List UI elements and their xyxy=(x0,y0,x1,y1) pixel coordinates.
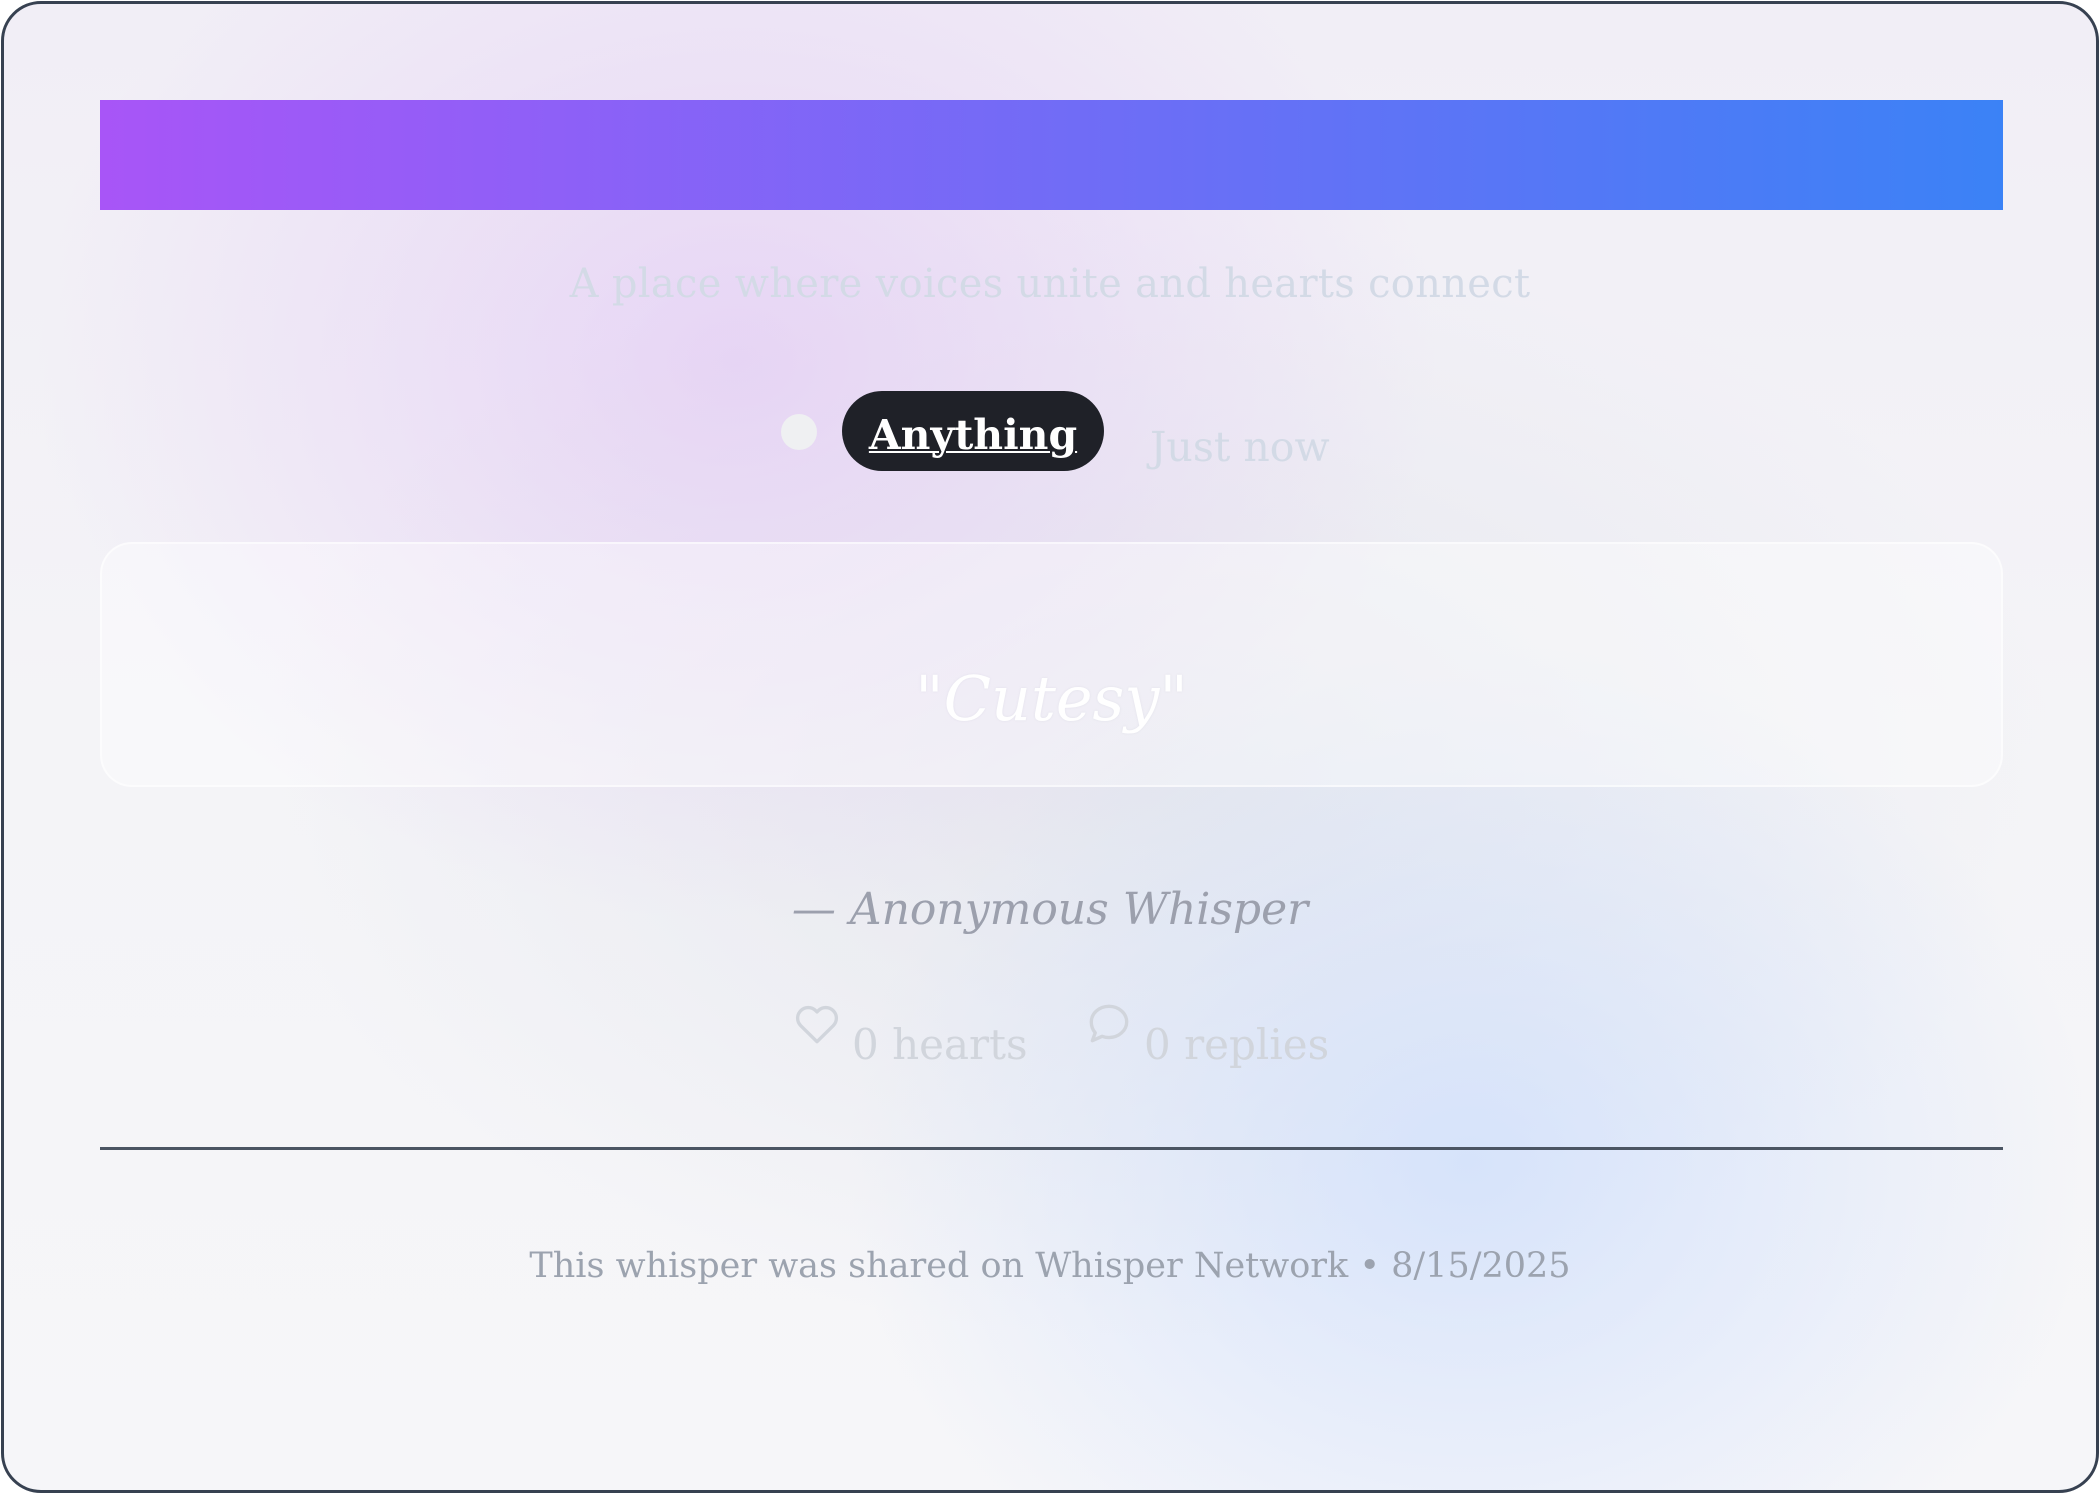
replies-count: 0 replies xyxy=(1144,1020,1330,1069)
tagline: A place where voices unite and hearts co… xyxy=(569,261,1531,307)
heart-icon xyxy=(795,1005,839,1044)
stats-row: 0 hearts 0 replies xyxy=(4,996,2096,1076)
whisper-text: "Cutesy" xyxy=(915,662,1188,735)
gradient-banner xyxy=(100,100,2003,210)
meta-row: Anything Just now xyxy=(4,389,2096,473)
divider xyxy=(100,1147,2003,1150)
status-dot-icon xyxy=(781,414,817,450)
quote-box: "Cutesy" xyxy=(100,542,2003,787)
timestamp: Just now xyxy=(1150,423,1330,471)
author-attribution: — Anonymous Whisper xyxy=(791,884,1309,935)
whisper-card: A place where voices unite and hearts co… xyxy=(1,1,2099,1493)
category-badge[interactable]: Anything xyxy=(842,391,1104,471)
footer-note: This whisper was shared on Whisper Netwo… xyxy=(529,1246,1571,1286)
hearts-count: 0 hearts xyxy=(852,1020,1028,1069)
speech-bubble-icon xyxy=(1089,1004,1129,1043)
